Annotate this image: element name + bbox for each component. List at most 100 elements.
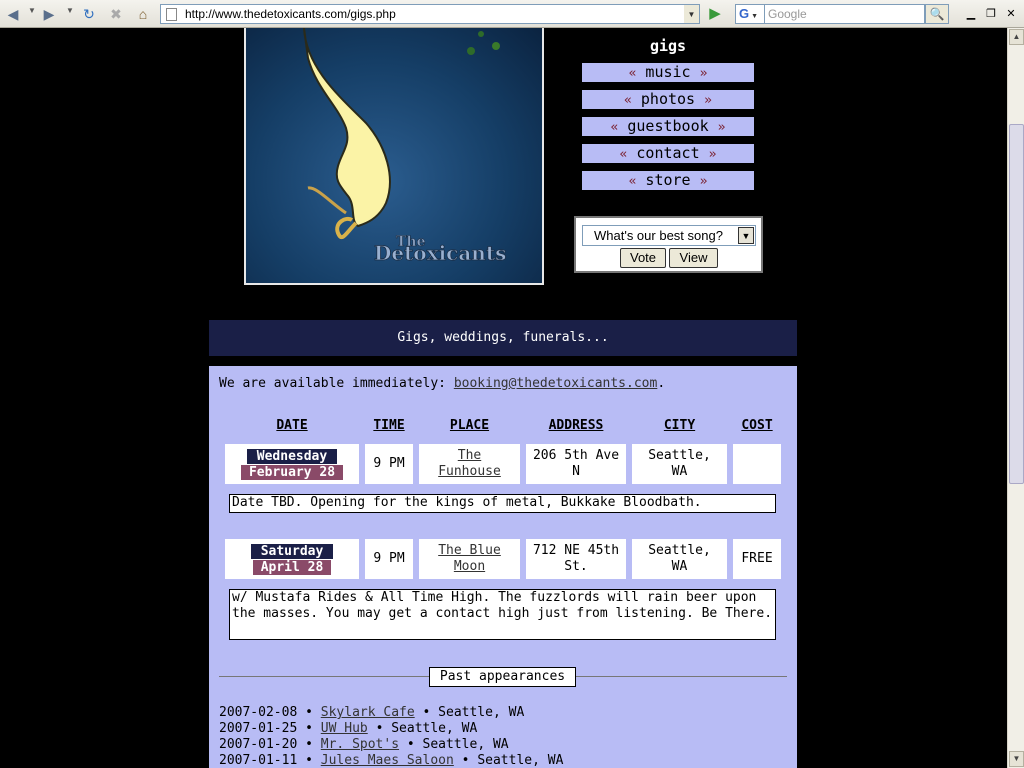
page-icon bbox=[166, 8, 177, 21]
intro-text: We are available immediately: bbox=[219, 376, 454, 391]
past-city: Seattle, WA bbox=[477, 753, 564, 768]
scroll-down-icon[interactable]: ▼ bbox=[1009, 751, 1024, 767]
past-venue-link[interactable]: Jules Maes Saloon bbox=[321, 753, 454, 768]
stop-icon[interactable]: ✖ bbox=[107, 5, 125, 23]
reload-icon[interactable]: ↻ bbox=[80, 5, 98, 23]
gig-place-link[interactable]: The Blue Moon bbox=[431, 543, 508, 575]
gig-date: April 28 bbox=[252, 559, 332, 575]
chevron-down-icon[interactable]: ▼ bbox=[738, 227, 754, 244]
separator: • bbox=[305, 705, 313, 720]
search-icon[interactable]: 🔍 bbox=[925, 4, 949, 24]
column-header-date: DATE bbox=[276, 418, 308, 433]
gig-day: Saturday bbox=[250, 543, 334, 559]
nav-arrow-left: « bbox=[610, 120, 619, 135]
gig-date-cell: Wednesday February 28 bbox=[225, 444, 359, 484]
booking-intro: We are available immediately: booking@th… bbox=[219, 376, 665, 391]
nav-arrow-right: » bbox=[699, 174, 708, 189]
address-bar[interactable]: http://www.thedetoxicants.com/gigs.php bbox=[160, 4, 685, 24]
minimize-icon[interactable]: ▁ bbox=[964, 7, 978, 21]
column-header-place: PLACE bbox=[449, 418, 490, 433]
nav-arrow-left: « bbox=[628, 174, 637, 189]
nav-label: guestbook bbox=[627, 117, 709, 135]
separator: • bbox=[375, 721, 384, 736]
nav-label: contact bbox=[636, 144, 700, 162]
past-venue-link[interactable]: UW Hub bbox=[321, 721, 368, 736]
past-city: Seattle, WA bbox=[391, 721, 478, 736]
close-icon[interactable]: ✕ bbox=[1004, 7, 1018, 21]
past-venue-link[interactable]: Skylark Cafe bbox=[321, 705, 415, 720]
restore-icon[interactable]: ❐ bbox=[984, 7, 998, 21]
gig-place-link[interactable]: The Funhouse bbox=[431, 448, 508, 480]
search-engine-icon[interactable]: G ▼ bbox=[735, 4, 765, 24]
vote-button[interactable]: Vote bbox=[620, 248, 666, 268]
back-icon[interactable]: ◀ bbox=[4, 5, 22, 23]
past-appearances-title: Past appearances bbox=[429, 667, 576, 687]
nav-arrow-left: « bbox=[628, 66, 637, 81]
booking-email-link[interactable]: booking@thedetoxicants.com bbox=[454, 376, 658, 391]
nav-arrow-right: » bbox=[699, 66, 708, 81]
column-header-cost: COST bbox=[741, 418, 773, 433]
view-button[interactable]: View bbox=[669, 248, 718, 268]
gig-cost: FREE bbox=[733, 539, 781, 579]
gigs-section-header: Gigs, weddings, funerals... bbox=[209, 320, 797, 356]
search-engine-letter: G bbox=[739, 6, 750, 21]
poll-select-value: What's our best song? bbox=[594, 228, 723, 243]
gig-address: 206 5th Ave N bbox=[526, 444, 626, 484]
past-appearance-item: 2007-01-11 • Jules Maes Saloon • Seattle… bbox=[219, 753, 563, 768]
past-appearance-item: 2007-01-25 • UW Hub • Seattle, WA bbox=[219, 721, 477, 737]
banana-illustration: The Detoxicants bbox=[303, 28, 507, 265]
band-logo-image: The Detoxicants bbox=[244, 28, 544, 285]
past-city: Seattle, WA bbox=[438, 705, 525, 720]
separator: • bbox=[305, 737, 313, 752]
url-text: http://www.thedetoxicants.com/gigs.php bbox=[185, 7, 396, 21]
search-input[interactable]: Google bbox=[765, 4, 925, 24]
forward-dropdown-icon[interactable]: ▼ bbox=[66, 6, 74, 15]
scroll-up-icon[interactable]: ▲ bbox=[1009, 29, 1024, 45]
column-header-time: TIME bbox=[373, 418, 405, 433]
gig-address: 712 NE 45th St. bbox=[526, 539, 626, 579]
forward-icon[interactable]: ▶ bbox=[40, 5, 58, 23]
nav-label: store bbox=[645, 171, 691, 189]
vertical-scrollbar[interactable]: ▲ ▼ bbox=[1007, 28, 1024, 768]
gig-place-cell: The Blue Moon bbox=[419, 539, 520, 579]
nav-photos-link[interactable]: « photos » bbox=[582, 90, 754, 109]
gig-note: Date TBD. Opening for the kings of metal… bbox=[229, 494, 776, 513]
gig-note: w/ Mustafa Rides & All Time High. The fu… bbox=[229, 589, 776, 640]
past-city: Seattle, WA bbox=[422, 737, 509, 752]
gig-place-cell: The Funhouse bbox=[419, 444, 520, 484]
separator: • bbox=[422, 705, 431, 720]
gig-date-cell: Saturday April 28 bbox=[225, 539, 359, 579]
nav-arrow-right: » bbox=[717, 120, 726, 135]
search-placeholder: Google bbox=[768, 7, 807, 21]
past-date: 2007-02-08 bbox=[219, 705, 298, 720]
home-icon[interactable]: ⌂ bbox=[134, 5, 152, 23]
scrollbar-thumb[interactable] bbox=[1009, 124, 1024, 484]
nav-guestbook-link[interactable]: « guestbook » bbox=[582, 117, 754, 136]
nav-label: music bbox=[645, 63, 691, 81]
past-date: 2007-01-25 bbox=[219, 721, 298, 736]
nav-store-link[interactable]: « store » bbox=[582, 171, 754, 190]
gigs-content: We are available immediately: booking@th… bbox=[209, 366, 797, 768]
current-page-title: gigs bbox=[649, 37, 687, 55]
gig-city: Seattle, WA bbox=[632, 444, 727, 484]
browser-toolbar: ◀ ▼ ▶ ▼ ↻ ✖ ⌂ http://www.thedetoxicants.… bbox=[0, 0, 1024, 28]
nav-arrow-right: » bbox=[704, 93, 712, 108]
nav-label: photos bbox=[640, 90, 696, 108]
past-date: 2007-01-20 bbox=[219, 737, 298, 752]
url-history-dropdown-icon[interactable]: ▼ bbox=[684, 4, 700, 24]
past-date: 2007-01-11 bbox=[219, 753, 298, 768]
separator: • bbox=[305, 753, 313, 768]
nav-music-link[interactable]: « music » bbox=[582, 63, 754, 82]
go-icon[interactable]: ▶ bbox=[705, 5, 725, 23]
poll-song-select[interactable]: What's our best song? ▼ bbox=[582, 225, 756, 246]
nav-arrow-right: » bbox=[708, 147, 717, 162]
gig-time: 9 PM bbox=[365, 539, 413, 579]
nav-arrow-left: « bbox=[624, 93, 632, 108]
past-venue-link[interactable]: Mr. Spot's bbox=[321, 737, 399, 752]
separator: • bbox=[461, 753, 470, 768]
gig-date: February 28 bbox=[240, 464, 344, 480]
nav-contact-link[interactable]: « contact » bbox=[582, 144, 754, 163]
column-header-city: CITY bbox=[663, 418, 696, 433]
separator: • bbox=[406, 737, 415, 752]
back-dropdown-icon[interactable]: ▼ bbox=[28, 6, 36, 15]
